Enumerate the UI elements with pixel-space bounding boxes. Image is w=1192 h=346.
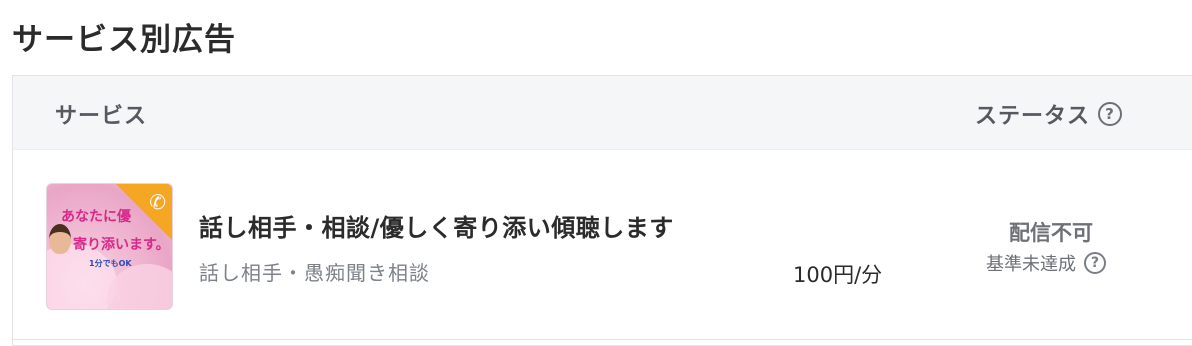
column-header-status-label: ステータス (975, 104, 1091, 129)
service-price: 100円/分 (793, 263, 883, 287)
service-ads-table: サービス ステータス ? ・ あなたに優 寄り添います。 1分でもOK ✆ 話し… (12, 75, 1192, 346)
status-reason-label: 基準未達成 (986, 254, 1076, 275)
help-icon[interactable]: ? (1084, 252, 1106, 274)
status-badge: 配信不可 (1009, 221, 1093, 245)
service-thumbnail[interactable]: あなたに優 寄り添います。 1分でもOK ✆ (46, 183, 173, 310)
service-title[interactable]: 話し相手・相談/優しく寄り添い傾聴します (199, 208, 674, 243)
page-title: サービス別広告 (12, 22, 236, 58)
table-row[interactable]: あなたに優 寄り添います。 1分でもOK ✆ 話し相手・相談/優しく寄り添い傾聴… (13, 150, 1192, 340)
column-header-service: サービス (55, 104, 148, 129)
phone-icon: ✆ (149, 190, 166, 214)
thumbnail-decoration (107, 264, 172, 309)
thumbnail-text-line3: 1分でもOK (89, 259, 132, 268)
help-icon[interactable]: ? (1098, 102, 1123, 126)
column-header-status: ステータス ? (975, 98, 1123, 130)
status-reason: 基準未達成 ? (986, 250, 1106, 276)
service-category: 話し相手・愚痴聞き相談 (199, 261, 430, 285)
table-header: サービス ステータス ? ・ (13, 76, 1192, 150)
thumbnail-portrait (49, 224, 71, 254)
